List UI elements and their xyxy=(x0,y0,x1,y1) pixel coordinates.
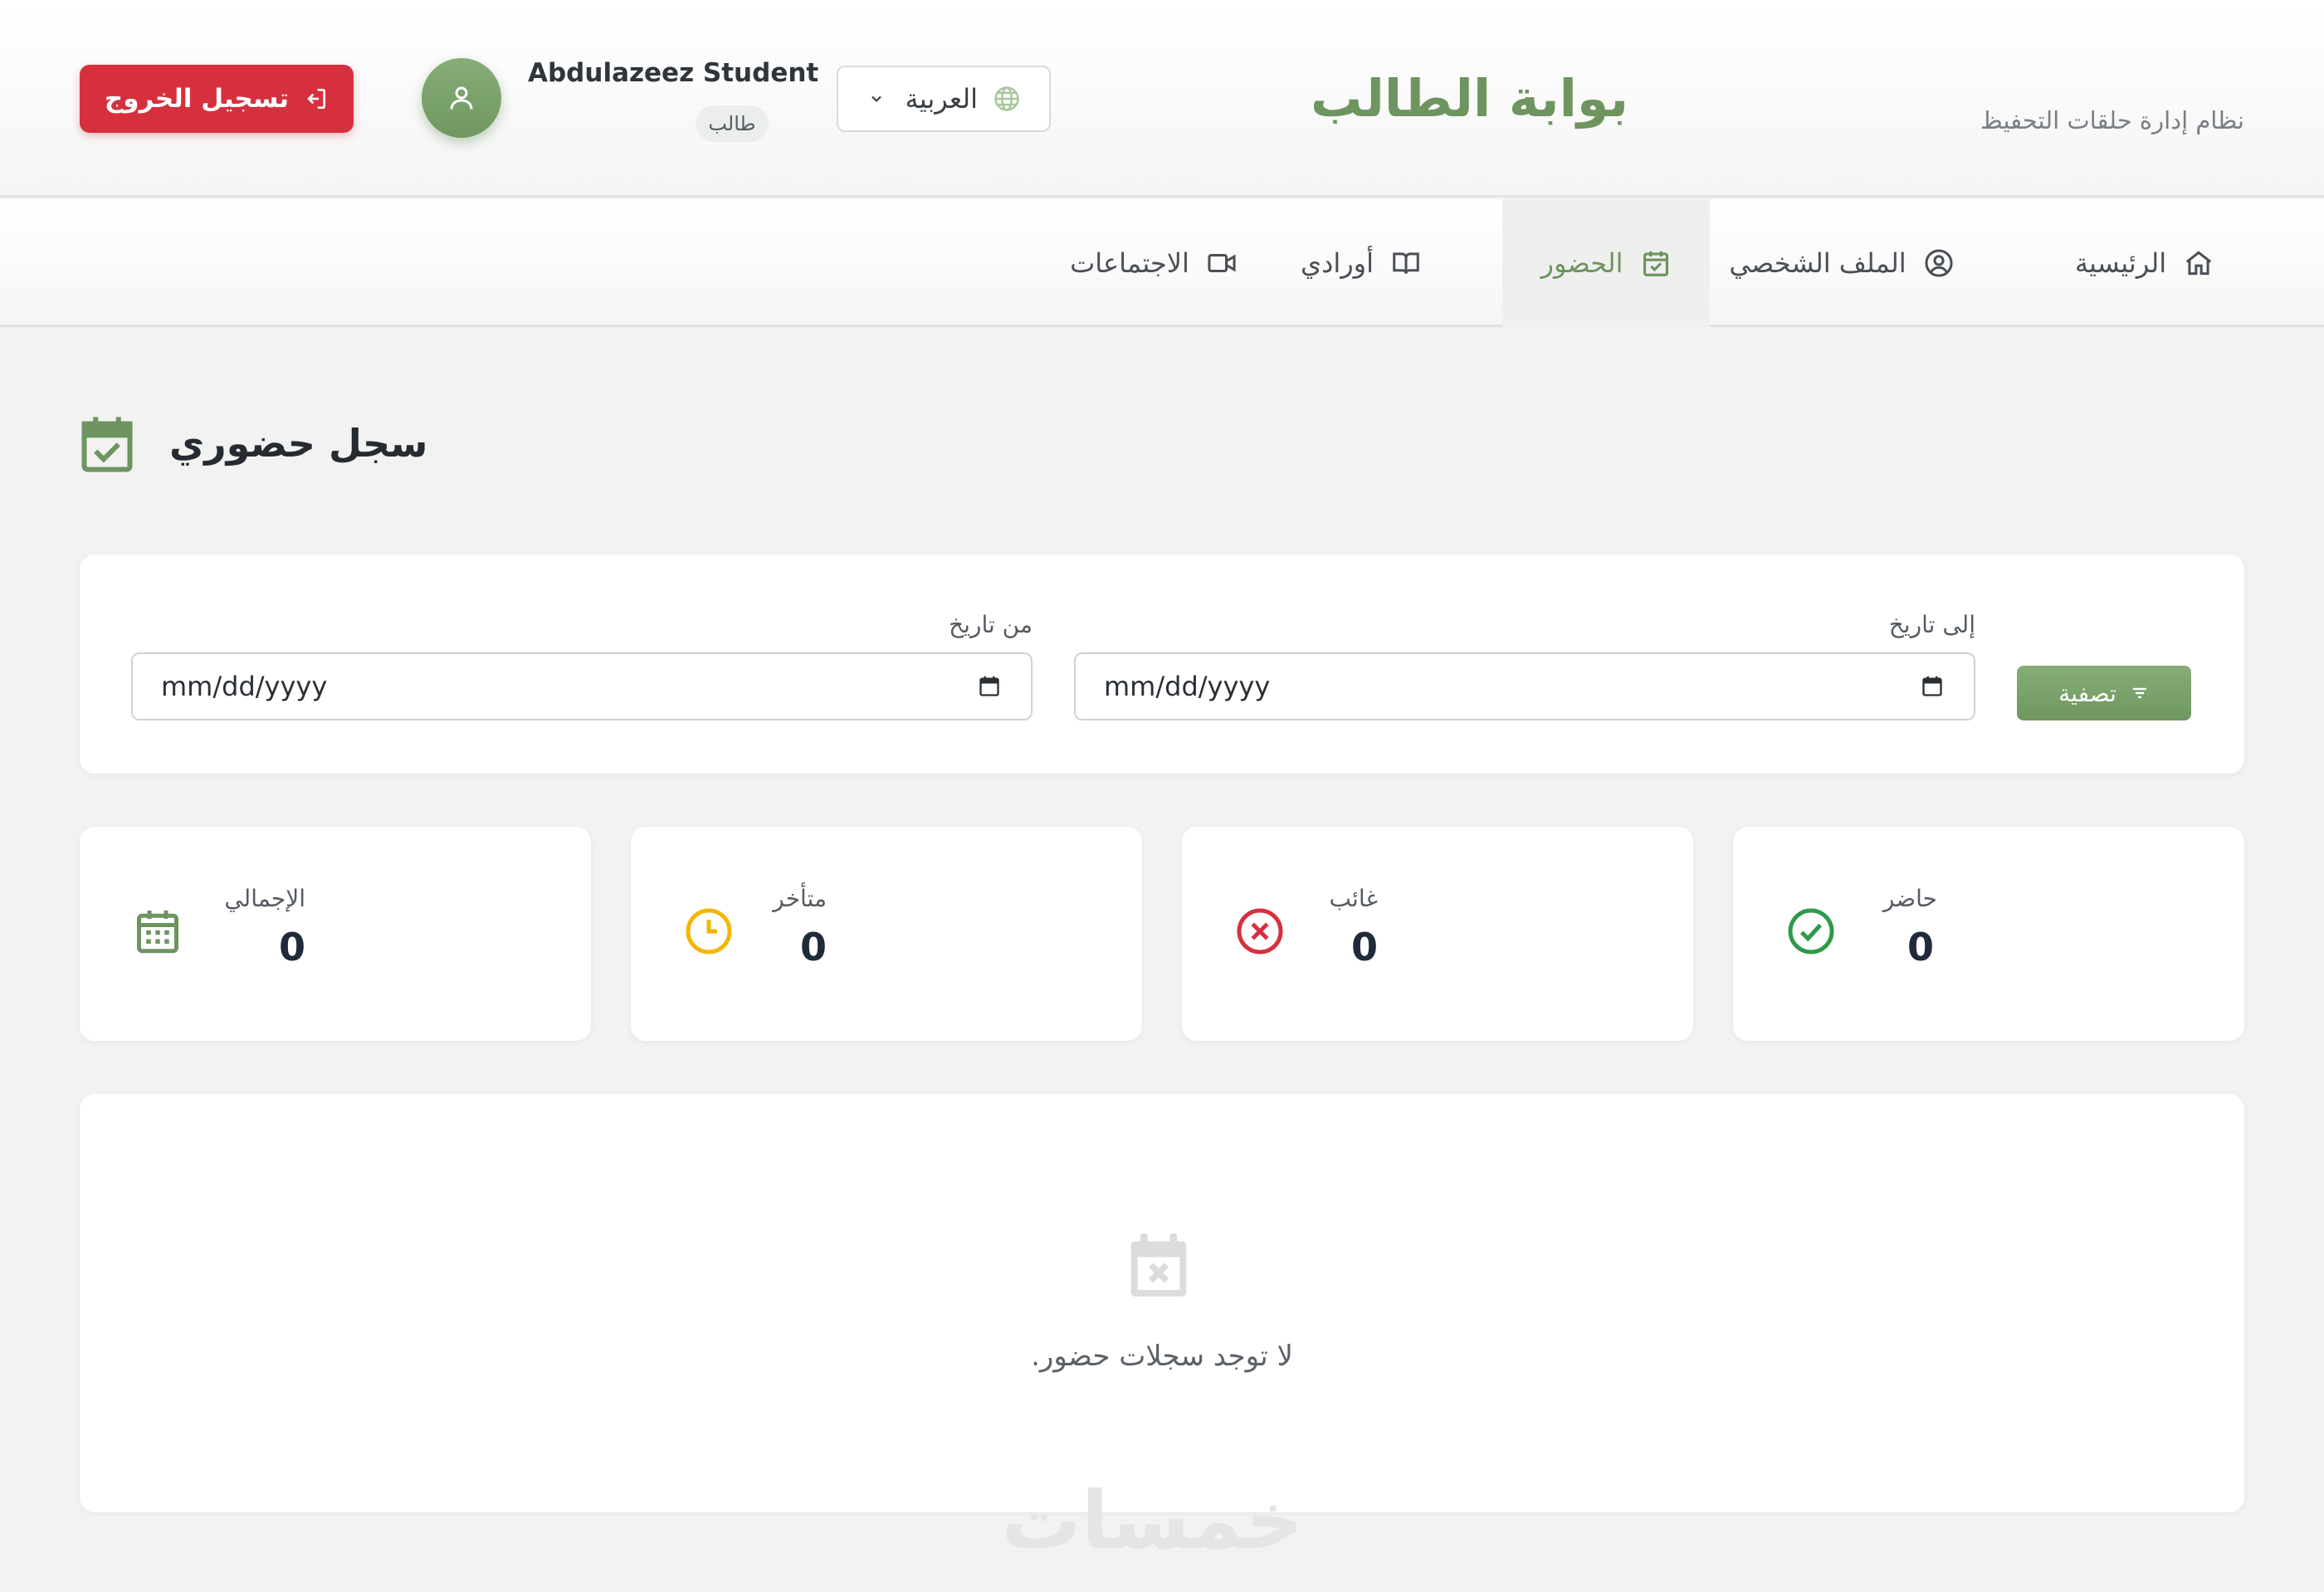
tab-attendance-label: الحضور xyxy=(1540,247,1623,279)
tab-meetings[interactable]: الاجتماعات xyxy=(1062,199,1245,327)
language-select[interactable]: العربية xyxy=(837,66,1051,132)
stat-label: متأخر xyxy=(773,885,827,912)
calendar-check-icon xyxy=(81,417,133,472)
filter-icon xyxy=(2132,687,2146,699)
stat-value: 0 xyxy=(278,925,305,969)
language-label: العربية xyxy=(905,83,978,115)
attendance-records-panel: لا توجد سجلات حضور. xyxy=(80,1094,2244,1512)
filter-button[interactable]: تصفية xyxy=(2017,666,2191,720)
stat-label: غائب xyxy=(1329,885,1378,912)
to-date-value: mm/dd/yyyy xyxy=(1104,671,1271,702)
tab-awrad[interactable]: أورادي xyxy=(1270,199,1452,327)
calendar-check-icon xyxy=(1643,251,1668,276)
tab-profile[interactable]: الملف الشخصي xyxy=(1721,199,1962,327)
from-date-input[interactable]: mm/dd/yyyy xyxy=(131,652,1033,720)
stat-card-total: الإجمالي 0 xyxy=(80,827,591,1041)
calendar-icon[interactable] xyxy=(978,674,1001,699)
stat-value: 0 xyxy=(1907,925,1934,969)
empty-state-message: لا توجد سجلات حضور. xyxy=(1031,1340,1293,1373)
user-name: Abdulazeez Student xyxy=(528,58,819,88)
tab-awrad-label: أورادي xyxy=(1301,247,1374,279)
calendar-x-icon xyxy=(1130,1233,1187,1297)
app-header: بوابة الطالب نظام إدارة حلقات التحفيظ ال… xyxy=(0,0,2324,198)
x-circle-icon xyxy=(1237,908,1283,955)
main-nav: الرئيسية الملف الشخصي الحضور أورادي الاج… xyxy=(0,199,2324,327)
tab-meetings-label: الاجتماعات xyxy=(1070,247,1189,279)
from-date-value: mm/dd/yyyy xyxy=(161,671,328,702)
to-date-label: إلى تاريخ xyxy=(1888,611,1975,638)
logout-label: تسجيل الخروج xyxy=(104,84,290,114)
stat-label: حاضر xyxy=(1882,885,1937,912)
user-icon xyxy=(450,86,473,110)
stat-card-absent: غائب 0 xyxy=(1182,827,1693,1041)
check-circle-icon xyxy=(1788,908,1834,955)
app-title: بوابة الطالب xyxy=(1311,68,1628,129)
user-circle-icon xyxy=(1925,249,1953,277)
stat-value: 0 xyxy=(799,925,827,969)
app-subtitle: نظام إدارة حلقات التحفيظ xyxy=(1980,106,2244,134)
video-icon xyxy=(1208,253,1236,273)
clock-icon xyxy=(686,908,732,955)
book-open-icon xyxy=(1393,252,1419,274)
avatar[interactable] xyxy=(422,58,501,138)
logout-icon xyxy=(307,89,326,109)
calendar-grid-icon xyxy=(137,911,178,954)
filter-card: إلى تاريخ mm/dd/yyyy من تاريخ mm/dd/yyyy… xyxy=(80,554,2244,774)
chevron-down-icon xyxy=(872,95,881,103)
logout-button[interactable]: تسجيل الخروج xyxy=(80,65,354,133)
filter-button-label: تصفية xyxy=(2058,679,2116,707)
user-role-badge: طالب xyxy=(696,105,769,142)
stat-card-late: متأخر 0 xyxy=(631,827,1142,1041)
globe-icon xyxy=(994,86,1019,111)
tab-attendance[interactable]: الحضور xyxy=(1502,199,1710,327)
stat-value: 0 xyxy=(1350,925,1378,969)
tab-home[interactable]: الرئيسية xyxy=(2045,199,2244,327)
page-heading: سجل حضوري xyxy=(80,410,427,476)
from-date-label: من تاريخ xyxy=(949,611,1033,638)
page-title: سجل حضوري xyxy=(169,421,428,466)
stat-card-present: حاضر 0 xyxy=(1733,827,2244,1041)
stat-label: الإجمالي xyxy=(224,885,305,912)
to-date-input[interactable]: mm/dd/yyyy xyxy=(1074,652,1975,720)
calendar-icon[interactable] xyxy=(1921,674,1944,699)
tab-profile-label: الملف الشخصي xyxy=(1729,247,1907,279)
home-icon xyxy=(2185,251,2212,276)
tab-home-label: الرئيسية xyxy=(2074,247,2167,279)
